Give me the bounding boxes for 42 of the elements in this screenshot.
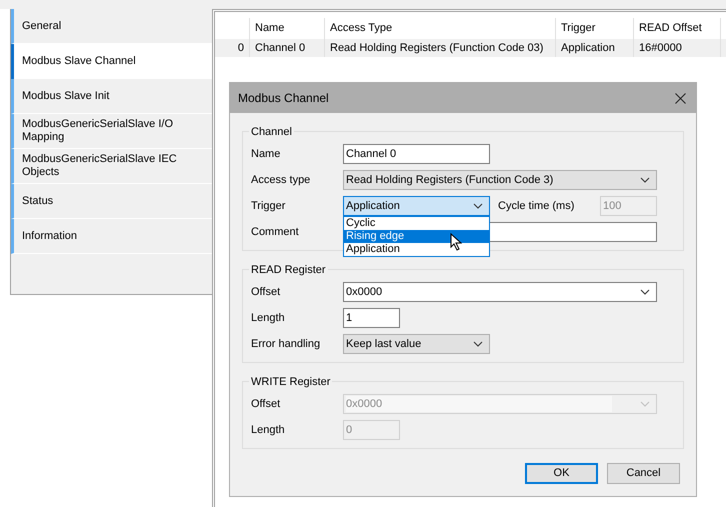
field-label: Comment	[251, 224, 300, 240]
dropdown-option[interactable]: Application	[344, 243, 489, 256]
field-label: Error handling	[251, 336, 322, 352]
dropdown[interactable]: Read Holding Registers (Function Code 3)	[343, 170, 657, 190]
chevron-down-icon	[473, 203, 483, 209]
dialog-title: Modbus Channel	[238, 90, 329, 107]
text-field[interactable]: 1	[343, 308, 400, 328]
field-label: Length	[251, 422, 286, 438]
dialog-button[interactable]: Cancel	[607, 463, 680, 484]
dialog-button[interactable]: OK	[525, 463, 598, 484]
dropdown-value: 0x0000	[346, 284, 382, 300]
dropdown-option[interactable]: Cyclic	[344, 217, 489, 230]
chevron-down-icon	[640, 401, 650, 407]
field-label: Name	[251, 146, 282, 162]
field-label: Access type	[251, 172, 312, 188]
tab[interactable]: Modbus Slave Channel	[11, 44, 212, 79]
table-cell: Channel 0	[250, 39, 325, 57]
table-cell: Application	[556, 39, 634, 57]
chevron-down-icon	[640, 289, 650, 295]
mouse-pointer-icon	[450, 233, 462, 251]
dropdown[interactable]: Application	[343, 196, 490, 216]
table-cell: 16#0000	[634, 39, 721, 57]
field-label: Length	[251, 310, 286, 326]
dropdown[interactable]: 0x0000	[343, 282, 657, 302]
dropdown-value: Application	[346, 198, 400, 214]
dropdown-value: Keep last value	[346, 336, 422, 352]
dropdown-value: Read Holding Registers (Function Code 3)	[346, 172, 554, 188]
dropdown[interactable]: Keep last value	[343, 334, 490, 354]
chevron-down-icon	[473, 341, 483, 347]
dropdown-option[interactable]: Rising edge	[344, 230, 489, 243]
text-field[interactable]: Channel 0	[343, 144, 490, 164]
close-icon[interactable]	[675, 92, 686, 104]
field-label: Cycle time (ms)	[498, 198, 576, 214]
field-label: Offset	[251, 396, 282, 412]
chevron-down-icon	[640, 177, 650, 183]
group-title: WRITE Register	[249, 374, 332, 390]
group-title: READ Register	[249, 262, 328, 278]
field-label: Trigger	[251, 198, 286, 214]
field-label: Offset	[251, 284, 282, 300]
table-cell: 0	[215, 39, 250, 57]
dropdown-value: 0x0000	[346, 396, 612, 412]
table-cell: Read Holding Registers (Function Code 03)	[325, 39, 556, 57]
